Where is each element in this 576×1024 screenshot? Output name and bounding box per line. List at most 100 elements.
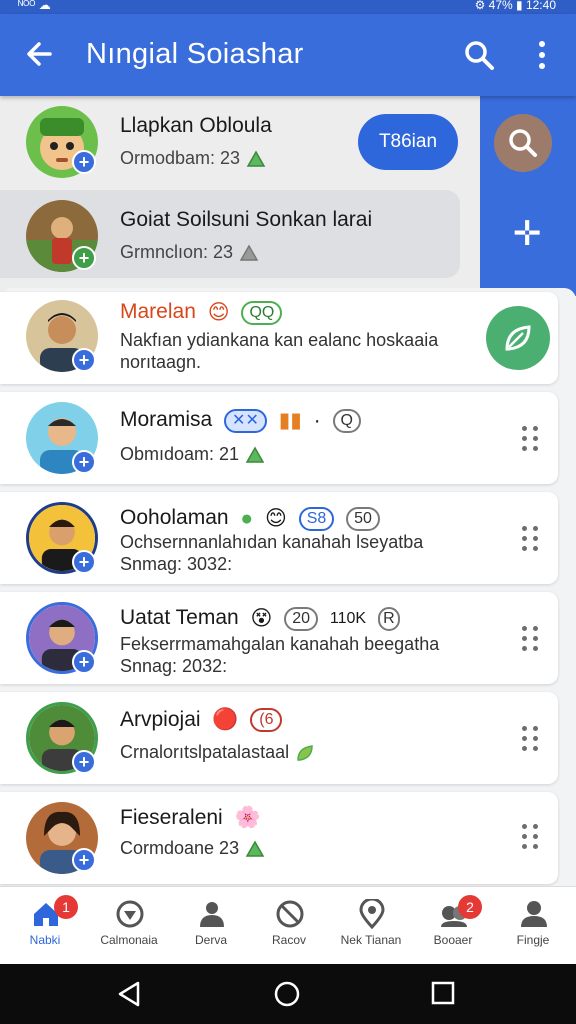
message-preview-text: Obmıdoam: 21	[120, 444, 240, 464]
search-icon[interactable]	[462, 38, 496, 72]
contact-name-text: Fieseraleni	[120, 806, 223, 829]
bottom-navigation: 1 Nabki Calmonaia Derva Racov Nek Tianan…	[0, 886, 576, 964]
status-left: ᴺᴼᴼ ☁	[18, 0, 51, 12]
message-preview: Obmıdoam: 21	[120, 444, 265, 465]
contact-sub: Grmnclıon: 23	[120, 242, 259, 263]
tag-chip: ✕✕	[224, 408, 267, 433]
chat-card[interactable]: + Fieseraleni 🌸 Cormdoane 23	[0, 792, 558, 884]
drag-handle-icon[interactable]	[522, 526, 540, 552]
nav-item-group[interactable]: 2 Booaer	[412, 887, 494, 965]
nav-item-person[interactable]: Derva	[170, 887, 252, 965]
message-preview-2: Snnag: 2032:	[120, 656, 228, 676]
message-preview-text: Crnalorıtslpatalastaal	[120, 742, 290, 762]
nav-label: Derva	[194, 933, 227, 947]
smile-emoji: 😊	[264, 507, 287, 530]
system-nav-bar	[0, 964, 576, 1024]
nav-item-block[interactable]: Racov	[248, 887, 330, 965]
up-triangle-icon	[246, 150, 266, 167]
nav-item-shield[interactable]: Calmonaia	[88, 887, 170, 965]
leaf-small-icon	[297, 745, 313, 761]
nav-label: Calmonaia	[100, 933, 158, 947]
chat-card[interactable]: + Ooholaman ● 😊 S8 50 Ochsernnanlahıdan …	[0, 492, 558, 584]
message-preview: Ochsernnanlahıdan kanahah lseyatba	[120, 532, 424, 552]
nav-item-home[interactable]: 1 Nabki	[4, 887, 86, 965]
chat-card[interactable]: + Uatat Teman 😵 20 110K R Fekserrmamahga…	[0, 592, 558, 684]
action-button[interactable]: T86ian	[358, 114, 458, 170]
chat-card[interactable]: + Moramisa ✕✕ ▮▮ · Q Obmıdoam: 21	[0, 392, 558, 484]
contact-name: Fieseraleni 🌸	[120, 806, 261, 830]
contact-name: Moramisa ✕✕ ▮▮ · Q	[120, 408, 361, 433]
contact-name: Llapkan Obloula	[120, 114, 272, 137]
recents-nav-icon[interactable]	[430, 980, 456, 1006]
tag-chip: Q	[332, 408, 361, 433]
tag-chip: S8	[298, 506, 335, 531]
app-bar: Nıngial Soiashar	[0, 14, 576, 96]
add-badge-icon: +	[72, 450, 96, 474]
helmet-emoji: 🔴	[212, 708, 239, 732]
drag-handle-icon[interactable]	[522, 626, 540, 652]
person-icon	[200, 902, 224, 927]
message-preview: Cormdoane 23	[120, 838, 265, 859]
drag-handle-icon[interactable]	[522, 824, 540, 850]
message-preview: Fekserrmamahgalan kanahah beegatha	[120, 634, 440, 654]
drag-handle-icon[interactable]	[522, 426, 540, 452]
tag-chip: (6	[250, 708, 283, 733]
message-preview: Crnalorıtslpatalastaal	[120, 742, 315, 763]
tag-separator: ·	[313, 408, 321, 432]
list-item[interactable]: + Goiat Soilsuni Sonkan larai Grmnclıon:…	[0, 188, 480, 292]
more-options-icon[interactable]	[530, 38, 554, 72]
profile-icon	[521, 901, 547, 927]
page-title: Nıngial Soiashar	[86, 38, 304, 70]
status-bar: ᴺᴼᴼ ☁ ⚙ 47% ▮ 12:40	[0, 0, 576, 14]
status-icon: ●	[240, 506, 254, 530]
add-badge-icon: +	[72, 750, 96, 774]
home-nav-icon[interactable]	[273, 980, 301, 1008]
status-right: ⚙ 47% ▮ 12:40	[474, 0, 556, 12]
notification-badge: 1	[54, 895, 78, 919]
tag-chip: 50	[346, 506, 380, 531]
up-triangle-icon	[245, 446, 265, 463]
contact-name: Ooholaman ● 😊 S8 50	[120, 506, 380, 531]
tag-chip: QQ	[241, 300, 283, 325]
message-preview: Nakfıan ydiankana kan ealanc hoskaaia	[120, 330, 439, 350]
nav-item-profile[interactable]: Fingje	[492, 887, 574, 965]
message-preview-text: Cormdoane 23	[120, 838, 240, 858]
nav-label: Racov	[271, 933, 306, 947]
message-preview-2: norıtaagn.	[120, 352, 202, 372]
nav-label: Nabki	[29, 933, 61, 947]
flower-emoji: 🌸	[234, 806, 261, 830]
chat-card[interactable]: + Marelan 😊 QQ Nakfıan ydiankana kan eal…	[0, 292, 558, 384]
dizzy-emoji: 😵	[250, 607, 273, 630]
tag-chip: R	[377, 606, 400, 631]
contact-name: Uatat Teman 😵 20 110K R	[120, 606, 400, 631]
back-arrow-icon[interactable]	[24, 36, 54, 72]
tag-icon: ▮▮	[278, 409, 302, 432]
contact-sub-text: Ormodbam: 23	[120, 148, 241, 168]
contact-name-text: Marelan	[120, 300, 196, 324]
tag-chip: 20	[284, 606, 319, 631]
drag-handle-icon[interactable]	[522, 726, 540, 752]
add-badge-icon: +	[72, 650, 96, 674]
up-triangle-icon	[239, 244, 259, 261]
add-badge-icon: +	[72, 150, 96, 174]
leaf-fab-button[interactable]	[486, 306, 550, 370]
add-badge-icon: +	[72, 550, 96, 574]
block-icon	[276, 900, 304, 928]
nav-item-location[interactable]: Nek Tianan	[330, 887, 412, 965]
back-nav-icon[interactable]	[116, 980, 144, 1008]
add-badge-icon: +	[72, 848, 96, 872]
contact-name-text: Uatat Teman	[120, 606, 239, 630]
leaf-icon	[505, 325, 531, 351]
contact-sub-text: Grmnclıon: 23	[120, 242, 234, 262]
contact-name: Goiat Soilsuni Sonkan larai	[120, 208, 373, 231]
notification-badge: 2	[458, 895, 482, 919]
search-icon	[509, 129, 537, 157]
nav-label: Nek Tianan	[340, 933, 402, 947]
contact-name-text: Moramisa	[120, 408, 213, 432]
move-icon[interactable]: ✛	[510, 217, 544, 253]
contact-name: Arvpiojai 🔴 (6	[120, 708, 283, 733]
side-search-button[interactable]	[494, 114, 552, 172]
contact-name: Marelan 😊 QQ	[120, 300, 283, 325]
chat-card[interactable]: + Arvpiojai 🔴 (6 Crnalorıtslpatalastaal	[0, 692, 558, 784]
contact-sub: Ormodbam: 23	[120, 148, 266, 169]
